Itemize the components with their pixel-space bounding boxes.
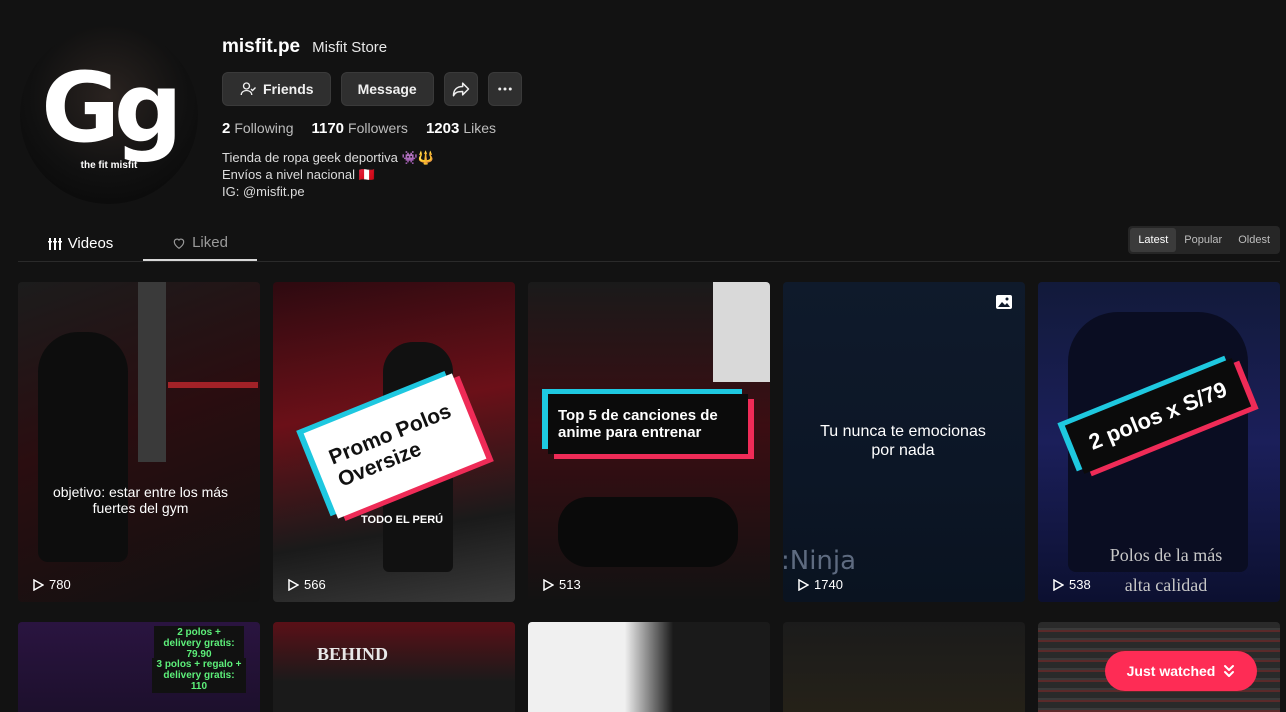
name-row: misfit.pe Misfit Store: [222, 36, 522, 58]
just-watched-button[interactable]: Just watched: [1105, 651, 1257, 691]
gym-light: [168, 382, 258, 388]
bio-line: Envíos a nivel nacional 🇵🇪: [222, 167, 375, 182]
tab-liked[interactable]: Liked: [143, 226, 257, 261]
video-card[interactable]: Tu nunca te emocionas por nada :Ninja 17…: [783, 282, 1025, 602]
video-card[interactable]: 2 polos x S/79 Polos de la más alta cali…: [1038, 282, 1280, 602]
share-button[interactable]: [443, 72, 478, 106]
view-count: 513: [542, 577, 581, 592]
sort-popular[interactable]: Popular: [1176, 228, 1230, 252]
message-label: Message: [357, 81, 417, 97]
likes-label: Likes: [463, 120, 496, 136]
sticker-text: Top 5 de canciones de anime para entrena…: [558, 406, 718, 441]
view-count-value: 780: [49, 577, 71, 592]
video-card[interactable]: BEHIND: [273, 622, 515, 712]
video-card[interactable]: objetivo: estar entre los más fuertes de…: [18, 282, 260, 602]
video-card[interactable]: [783, 622, 1025, 712]
video-card[interactable]: Promo Polos Oversize TODO EL PERÚ 566: [273, 282, 515, 602]
avatar-tagline: the fit misfit: [80, 159, 138, 171]
sort-oldest[interactable]: Oldest: [1230, 228, 1278, 252]
likes-count: 1203: [425, 120, 460, 137]
video-subtext: TODO EL PERÚ: [361, 514, 444, 526]
view-count: 1740: [797, 577, 843, 592]
view-count: 566: [287, 577, 326, 592]
likes-stat: 1203 Likes: [426, 120, 496, 137]
shirt-print: BEHIND: [317, 644, 389, 664]
bio: Tienda de ropa geek deportiva 👾🔱 Envíos …: [222, 149, 522, 200]
anime-sticker: Top 5 de canciones de anime para entrena…: [548, 394, 748, 454]
more-button[interactable]: [487, 72, 522, 106]
following-stat[interactable]: 2 Following: [222, 120, 293, 137]
play-icon: [288, 578, 299, 591]
share-icon: [452, 82, 469, 97]
chevrons-down-icon: [1224, 665, 1235, 677]
view-count: 780: [32, 577, 71, 592]
view-count-value: 1740: [814, 577, 843, 592]
tab-liked-label: Liked: [192, 234, 228, 251]
following-count: 2: [222, 120, 231, 137]
action-buttons: Friends Message: [222, 72, 522, 106]
sort-toggle: Latest Popular Oldest: [1128, 226, 1280, 254]
profile-stats: 2 Following 1170 Followers 1203 Likes: [222, 120, 522, 137]
tab-videos-label: Videos: [67, 235, 114, 252]
username: misfit.pe: [222, 36, 301, 57]
dumbbell-rack: [558, 497, 738, 567]
tab-videos[interactable]: Videos: [18, 226, 143, 261]
video-card[interactable]: [528, 622, 770, 712]
profile-info: misfit.pe Misfit Store Friends Message 2…: [222, 36, 522, 200]
view-count: 538: [1052, 577, 1091, 592]
grid-icon: [47, 237, 62, 250]
watermark: :Ninja: [783, 546, 857, 576]
video-caption: Tu nunca te emocionas por nada: [820, 423, 986, 459]
message-button[interactable]: Message: [340, 72, 434, 106]
photo-icon: [996, 295, 1012, 309]
video-caption: objetivo: estar entre los más fuertes de…: [52, 484, 229, 516]
nickname: Misfit Store: [312, 39, 388, 56]
followers-label: Followers: [348, 120, 408, 136]
bio-line: Tienda de ropa geek deportiva 👾🔱: [222, 150, 434, 165]
profile-page: Gg the fit misfit misfit.pe Misfit Store…: [0, 0, 1286, 712]
gym-scene: [138, 282, 166, 462]
qr-poster: [713, 282, 770, 382]
following-label: Following: [234, 120, 294, 136]
content-tabs: Videos Liked Latest Popular Oldest: [18, 226, 1280, 262]
view-count-value: 513: [559, 577, 581, 592]
video-caption: Polos de la más alta calidad: [1109, 545, 1223, 595]
avatar-logo: Gg: [41, 51, 182, 164]
promo-line: 2 polos + delivery gratis: 79.90: [154, 626, 244, 661]
video-card[interactable]: 2 polos + delivery gratis: 79.90 3 polos…: [18, 622, 260, 712]
play-icon: [543, 578, 554, 591]
user-check-icon: [240, 82, 256, 96]
view-count-value: 538: [1069, 577, 1091, 592]
friends-button[interactable]: Friends: [222, 72, 331, 106]
play-icon: [33, 578, 44, 591]
avatar[interactable]: Gg the fit misfit: [20, 26, 198, 204]
promo-line: 3 polos + regalo + delivery gratis: 110: [152, 658, 246, 693]
sort-latest[interactable]: Latest: [1130, 228, 1177, 252]
play-icon: [1053, 578, 1064, 591]
heart-lock-icon: [173, 238, 185, 249]
view-count-value: 566: [304, 577, 326, 592]
video-card[interactable]: Top 5 de canciones de anime para entrena…: [528, 282, 770, 602]
more-icon: [497, 87, 512, 91]
just-watched-label: Just watched: [1126, 663, 1216, 679]
play-icon: [798, 578, 809, 591]
followers-count: 1170: [311, 120, 345, 137]
friends-label: Friends: [263, 81, 314, 97]
followers-stat[interactable]: 1170 Followers: [311, 120, 407, 137]
person-silhouette: [38, 332, 128, 562]
bio-line: IG: @misfit.pe: [222, 184, 305, 199]
